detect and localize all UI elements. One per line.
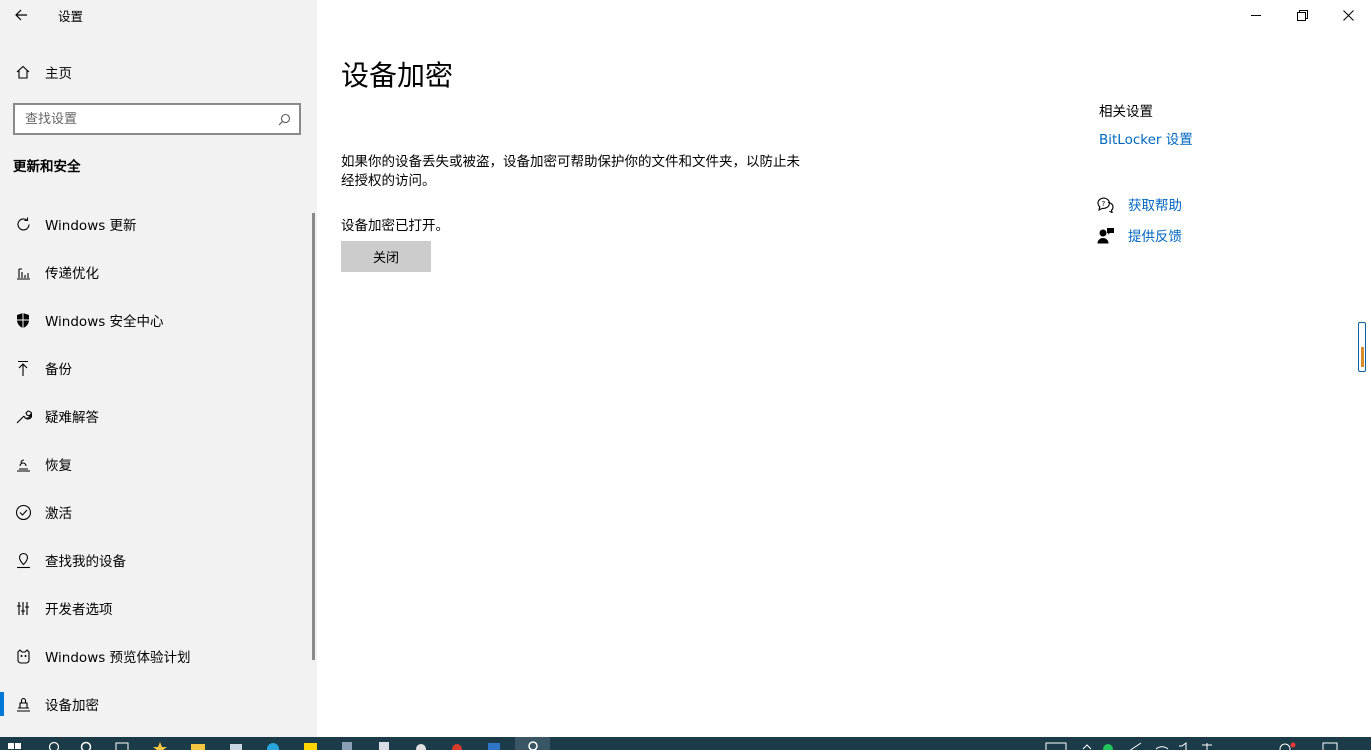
edge-icon[interactable]: [265, 741, 281, 750]
file-explorer-icon[interactable]: [190, 741, 206, 750]
sidebar-scrollbar[interactable]: [312, 213, 315, 660]
wifi-icon[interactable]: [1155, 741, 1169, 750]
search-box: [13, 103, 301, 135]
notification-app-icon[interactable]: [1276, 741, 1300, 750]
sidebar-item-label: Windows 更新: [45, 218, 137, 234]
minimize-button[interactable]: [1233, 0, 1279, 30]
red-app-icon[interactable]: [450, 741, 464, 750]
sidebar-item-backup[interactable]: 备份: [0, 344, 312, 392]
settings-gear-icon: [528, 741, 538, 750]
calculator-icon[interactable]: [340, 741, 354, 750]
sidebar-item-activation[interactable]: 激活: [0, 488, 312, 536]
encryption-status: 设备加密已打开。: [341, 218, 449, 234]
star-app-icon[interactable]: [152, 741, 168, 750]
search-icon[interactable]: [48, 741, 60, 750]
bitlocker-settings-link[interactable]: BitLocker 设置: [1099, 128, 1193, 148]
folder-app-icon[interactable]: [303, 741, 319, 750]
volume-icon[interactable]: [1178, 741, 1192, 750]
title-bar: 设置: [0, 0, 317, 30]
scrollbar-thumb[interactable]: [1361, 347, 1364, 367]
taskbar: [0, 737, 1371, 750]
sidebar-item-label: 激活: [45, 506, 72, 522]
sidebar-item-windows-insider[interactable]: Windows 预览体验计划: [0, 632, 312, 680]
sidebar-item-label: 设备加密: [45, 698, 99, 714]
get-help-row[interactable]: ? 获取帮助: [1097, 193, 1182, 215]
device-encryption-icon: [12, 693, 34, 715]
sidebar: 设置 主页 更新和安全 Windows 更新 传递优化: [0, 0, 317, 737]
sidebar-item-find-my-device[interactable]: 查找我的设备: [0, 536, 312, 584]
restore-icon: [1296, 9, 1308, 21]
chat-help-icon: ?: [1097, 196, 1114, 213]
give-feedback-link[interactable]: 提供反馈: [1128, 225, 1182, 245]
check-circle-icon: [12, 501, 34, 523]
feedback-person-icon: [1097, 227, 1114, 243]
sidebar-item-label: Windows 安全中心: [45, 314, 164, 330]
main-scrollbar[interactable]: [1358, 322, 1366, 372]
restore-button[interactable]: [1279, 0, 1325, 30]
backup-arrow-icon: [12, 357, 34, 379]
wechat-tray-icon[interactable]: [1102, 741, 1114, 750]
sidebar-item-developer-options[interactable]: 开发者选项: [0, 584, 312, 632]
search-input[interactable]: [25, 111, 255, 127]
keyboard-icon[interactable]: [1045, 741, 1067, 750]
sidebar-item-windows-security[interactable]: Windows 安全中心: [0, 296, 312, 344]
back-button[interactable]: [0, 0, 42, 30]
svg-text:?: ?: [1102, 200, 1106, 208]
task-view-icon[interactable]: [114, 741, 130, 750]
section-heading: 更新和安全: [13, 159, 81, 175]
word-app-icon[interactable]: [487, 741, 501, 750]
refresh-icon: [12, 213, 34, 235]
sidebar-item-label: 备份: [45, 362, 72, 378]
sidebar-item-label: 主页: [45, 66, 72, 82]
main-content: 设备加密 如果你的设备丢失或被盗，设备加密可帮助保护你的文件和文件夹，以防止未经…: [317, 0, 1371, 737]
close-icon: [1342, 9, 1354, 21]
input-method-icon[interactable]: [1200, 741, 1214, 750]
network-icon[interactable]: [1128, 741, 1142, 750]
find-device-icon: [12, 549, 34, 571]
app-title: 设置: [58, 8, 84, 24]
sidebar-item-label: 疑难解答: [45, 410, 99, 426]
close-button[interactable]: [1325, 0, 1371, 30]
wrench-icon: [12, 405, 34, 427]
sidebar-item-home[interactable]: 主页: [0, 56, 317, 88]
home-icon: [12, 61, 34, 83]
turn-off-button[interactable]: 关闭: [341, 241, 431, 272]
sidebar-item-label: 开发者选项: [45, 602, 113, 618]
active-app-slot[interactable]: [515, 737, 550, 750]
store-icon[interactable]: [228, 741, 244, 750]
shield-icon: [12, 309, 34, 331]
get-help-link[interactable]: 获取帮助: [1128, 194, 1182, 214]
action-center-icon[interactable]: [1322, 741, 1338, 750]
sidebar-item-recovery[interactable]: 恢复: [0, 440, 312, 488]
recovery-icon: [12, 453, 34, 475]
sidebar-item-label: Windows 预览体验计划: [45, 650, 191, 666]
sidebar-item-label: 恢复: [45, 458, 72, 474]
nav-list: Windows 更新 传递优化 Windows 安全中心 备份 疑难解答 恢复 …: [0, 200, 312, 728]
cortana-icon[interactable]: [80, 741, 92, 750]
developer-icon: [12, 597, 34, 619]
search-icon[interactable]: [278, 113, 291, 126]
notepad-icon[interactable]: [377, 741, 391, 750]
start-icon[interactable]: [8, 741, 22, 750]
sidebar-item-label: 传递优化: [45, 266, 99, 282]
sidebar-item-troubleshoot[interactable]: 疑难解答: [0, 392, 312, 440]
page-title: 设备加密: [341, 59, 454, 92]
sidebar-item-label: 查找我的设备: [45, 554, 126, 570]
related-settings-title: 相关设置: [1099, 104, 1153, 120]
chevron-up-icon[interactable]: [1082, 741, 1092, 750]
give-feedback-row[interactable]: 提供反馈: [1097, 224, 1182, 246]
insider-icon: [12, 645, 34, 667]
sidebar-item-delivery-optimization[interactable]: 传递优化: [0, 248, 312, 296]
sidebar-item-device-encryption[interactable]: 设备加密: [0, 680, 312, 728]
encryption-description: 如果你的设备丢失或被盗，设备加密可帮助保护你的文件和文件夹，以防止未经授权的访问…: [341, 154, 800, 189]
back-arrow-icon: [15, 9, 27, 21]
delivery-optimization-icon: [12, 261, 34, 283]
sidebar-item-windows-update[interactable]: Windows 更新: [0, 200, 312, 248]
window-controls: [1233, 0, 1371, 30]
paint-icon[interactable]: [414, 741, 428, 750]
minimize-icon: [1250, 14, 1261, 16]
